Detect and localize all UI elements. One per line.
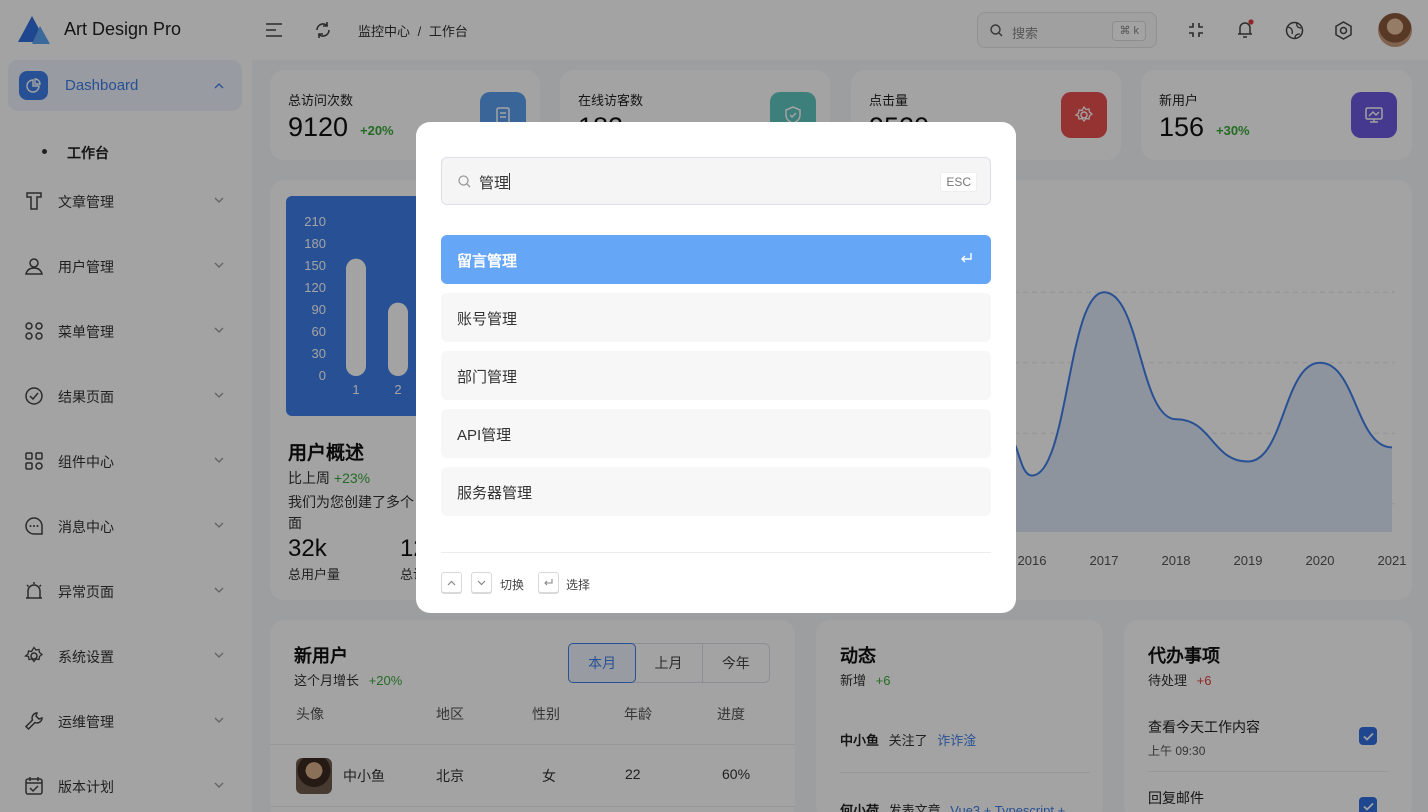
result-label: 服务器管理	[457, 485, 533, 502]
search-result-item[interactable]: API管理	[441, 409, 991, 458]
search-result-item[interactable]: 账号管理	[441, 293, 991, 342]
result-label: 账号管理	[457, 311, 518, 328]
text-caret	[509, 173, 510, 190]
dialog-search-input[interactable]: 管理 ESC	[441, 157, 991, 205]
footer-select-label: 选择	[566, 578, 591, 592]
search-dialog: 管理 ESC 留言管理 账号管理 部门管理 API管理 服务器管理 切换 选择	[416, 122, 1016, 613]
arrow-up-key-icon	[441, 572, 462, 593]
arrow-down-key-icon	[471, 572, 492, 593]
esc-key-hint[interactable]: ESC	[940, 172, 977, 192]
search-result-item[interactable]: 部门管理	[441, 351, 991, 400]
enter-key-icon	[961, 253, 972, 263]
enter-key-icon	[538, 572, 559, 593]
search-icon	[458, 175, 471, 188]
search-result-item[interactable]: 留言管理	[441, 235, 991, 284]
search-result-item[interactable]: 服务器管理	[441, 467, 991, 516]
search-query: 管理	[479, 175, 510, 192]
result-label: API管理	[457, 427, 512, 444]
dialog-footer	[441, 552, 991, 553]
footer-switch-label: 切换	[500, 578, 525, 592]
result-label: 留言管理	[457, 253, 518, 270]
result-label: 部门管理	[457, 369, 518, 386]
